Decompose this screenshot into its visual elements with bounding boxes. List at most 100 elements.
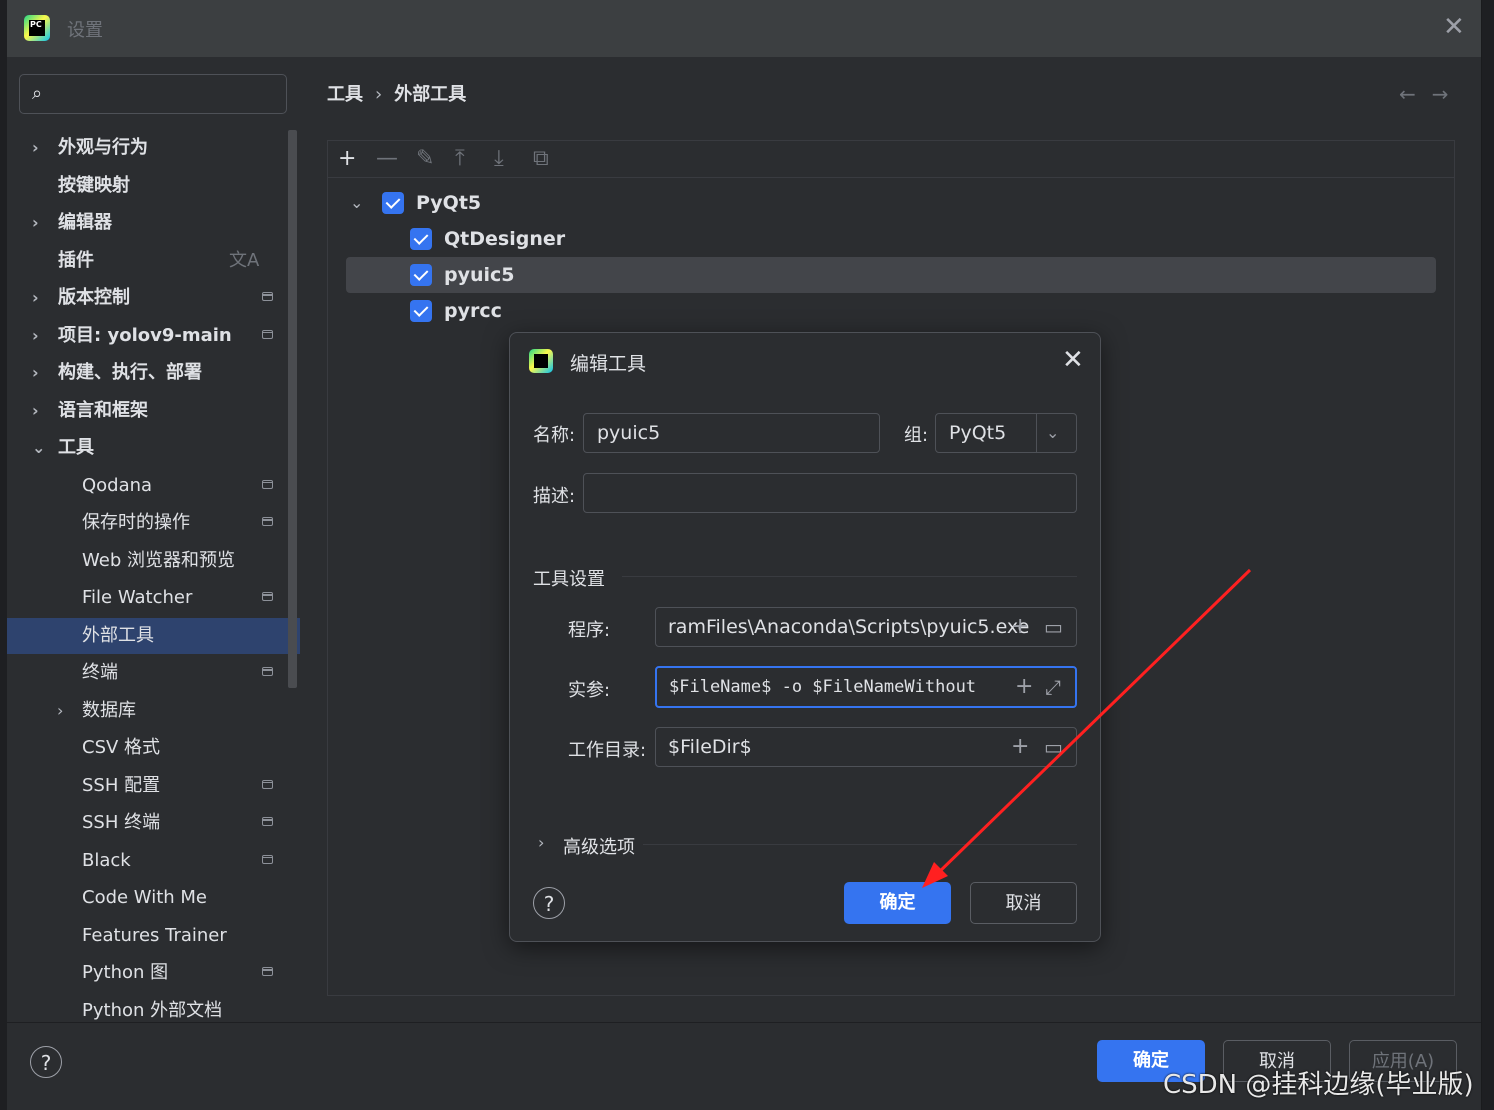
sidebar-item-label: Python 图 [82,962,169,983]
close-icon[interactable]: ✕ [1062,345,1084,375]
window-title: 设置 [67,20,103,41]
chevron-right-icon[interactable]: › [32,318,39,354]
sidebar-item[interactable]: Python 图 [7,955,300,991]
tree-item-row[interactable]: pyrcc [346,293,746,329]
chevron-right-icon[interactable]: › [57,693,63,729]
expand-icon[interactable]: ⤢ [1045,668,1061,706]
chevron-right-icon[interactable]: › [32,130,39,166]
sidebar-item[interactable]: 插件 文A [7,243,300,279]
group-checkbox[interactable] [382,192,404,214]
sidebar-item[interactable]: 按键映射 [7,168,300,204]
group-label: 组: [904,425,929,446]
sidebar-item[interactable]: › 编辑器 [7,205,300,241]
sidebar-item[interactable]: › 版本控制 [7,280,300,316]
sidebar-item[interactable]: 外部工具 [7,617,300,654]
sidebar-item[interactable]: › 外观与行为 [7,130,300,166]
sidebar-item-label: File Watcher [82,587,193,608]
help-icon[interactable]: ? [30,1046,62,1078]
sidebar-item[interactable]: Features Trainer [7,918,300,954]
help-icon[interactable]: ? [533,887,565,919]
sidebar-item-label: 数据库 [82,699,136,721]
sidebar-item-label: Code With Me [82,887,207,908]
insert-macro-icon[interactable]: + [1011,668,1034,706]
sidebar-item-label: 外部工具 [82,624,154,646]
settings-search-input[interactable]: ⌕ [19,74,287,114]
insert-macro-icon[interactable]: + [1011,728,1029,766]
sidebar-item[interactable]: › 数据库 [7,693,300,729]
sidebar-item-label: 终端 [82,662,118,683]
program-label: 程序: [568,620,611,641]
forward-arrow-icon[interactable]: → [1432,82,1465,106]
dialog-ok-button[interactable]: 确定 [844,882,951,924]
advanced-options-toggle[interactable]: 高级选项 [563,833,635,859]
chevron-down-icon[interactable]: ⌄ [1046,414,1059,452]
folder-icon[interactable]: ▭ [1044,728,1063,766]
breadcrumb-parent[interactable]: 工具 [327,84,363,105]
chevron-right-icon[interactable]: › [32,393,39,429]
insert-macro-icon[interactable]: + [1011,608,1029,646]
sidebar-item[interactable]: Qodana [7,468,300,504]
args-label: 实参: [568,680,611,701]
sidebar-scrollbar[interactable] [288,130,297,688]
add-icon[interactable]: + [338,145,356,173]
sidebar-item-label: Web 浏览器和预览 [82,549,235,571]
sidebar-item[interactable]: 保存时的操作 [7,505,300,541]
sidebar-item-label: 版本控制 [58,287,130,308]
item-checkbox[interactable] [410,228,432,250]
sidebar-item-label: SSH 终端 [82,812,161,833]
sidebar-item[interactable]: Web 浏览器和预览 [7,543,300,579]
tree-item-label: pyuic5 [444,264,515,286]
sidebar-item[interactable]: Python 外部文档 [7,993,300,1029]
move-up-icon[interactable]: ⤒ [455,145,465,173]
chevron-down-icon[interactable]: ⌄ [32,430,45,466]
sidebar-item-label: 构建、执行、部署 [58,362,202,383]
sidebar-item-label: Python 外部文档 [82,999,223,1021]
sidebar-item[interactable]: Black [7,843,300,879]
folder-icon[interactable]: ▭ [1044,608,1063,646]
sidebar-item[interactable]: ⌄ 工具 [7,430,300,466]
sidebar-item[interactable]: › 构建、执行、部署 [7,355,300,391]
group-select[interactable]: PyQt5 ⌄ [935,413,1077,453]
tree-item-row[interactable]: QtDesigner [346,221,746,257]
breadcrumb-separator: › [375,84,383,105]
project-level-icon [262,667,273,676]
remove-icon[interactable]: — [376,145,398,173]
sidebar-item[interactable]: SSH 终端 [7,805,300,841]
project-level-icon [262,329,273,339]
edit-icon[interactable]: ✎ [416,145,434,173]
sidebar-item[interactable]: Code With Me [7,880,300,916]
arguments-field[interactable]: $FileName$ -o $FileNameWithout + ⤢ [655,666,1077,708]
item-checkbox[interactable] [410,300,432,322]
sidebar-item-label: 保存时的操作 [82,512,190,533]
project-level-icon [262,479,273,489]
description-field[interactable] [583,473,1077,513]
name-field[interactable]: pyuic5 [583,413,880,453]
tree-item-row-selected[interactable]: pyuic5 [346,257,1436,293]
project-level-icon [262,854,273,864]
logo-text: PC [30,20,42,29]
pycharm-logo-icon [529,349,553,373]
dialog-cancel-button[interactable]: 取消 [970,882,1077,924]
chevron-down-icon[interactable]: ⌄ [350,185,363,221]
chevron-right-icon[interactable]: › [538,833,544,852]
close-icon[interactable]: ✕ [1443,14,1465,40]
sidebar-item[interactable]: › 语言和框架 [7,393,300,429]
sidebar-item[interactable]: SSH 配置 [7,768,300,804]
sidebar-item-label: SSH 配置 [82,774,161,796]
sidebar-item[interactable]: 终端 [7,655,300,691]
copy-icon[interactable]: ⧉ [533,145,549,173]
move-down-icon[interactable]: ⤓ [494,145,504,173]
tree-group-row[interactable]: ⌄ PyQt5 [346,185,646,221]
sidebar-item[interactable]: CSV 格式 [7,730,300,766]
sidebar-item[interactable]: File Watcher [7,580,300,616]
chevron-right-icon[interactable]: › [32,355,39,391]
program-field[interactable]: ramFiles\Anaconda\Scripts\pyuic5.exe + ▭ [655,607,1077,647]
item-checkbox[interactable] [410,264,432,286]
sidebar-item-label: Qodana [82,474,153,496]
chevron-right-icon[interactable]: › [32,205,39,241]
workdir-field[interactable]: $FileDir$ + ▭ [655,727,1077,767]
arguments-value: $FileName$ -o $FileNameWithout [669,677,977,697]
sidebar-item[interactable]: › 项目: yolov9-main [7,318,300,354]
back-arrow-icon[interactable]: ← [1399,82,1432,106]
chevron-right-icon[interactable]: › [32,280,39,316]
